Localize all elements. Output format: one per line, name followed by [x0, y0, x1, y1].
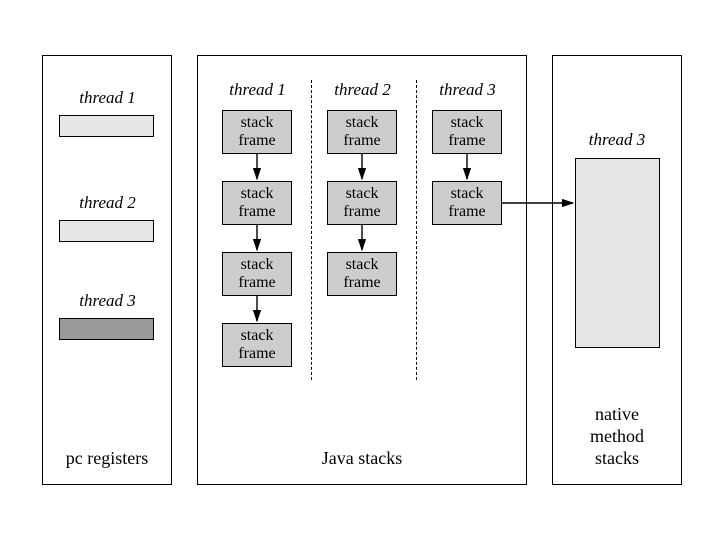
- stacks-col2-header: thread 2: [315, 80, 410, 100]
- stack-frame-t1-3: stack frame: [222, 252, 292, 296]
- native-stack-thread3: [575, 158, 660, 348]
- stack-frame-t2-2: stack frame: [327, 181, 397, 225]
- stack-frame-t1-1: stack frame: [222, 110, 292, 154]
- stacks-separator-1: [311, 80, 312, 380]
- native-stacks-caption: native method stacks: [552, 403, 682, 469]
- stacks-separator-2: [416, 80, 417, 380]
- java-stacks-caption: Java stacks: [197, 448, 527, 469]
- pc-thread3-label: thread 3: [55, 291, 160, 311]
- native-thread3-header: thread 3: [562, 130, 672, 150]
- stack-frame-t2-3: stack frame: [327, 252, 397, 296]
- pc-register-thread3: [59, 318, 154, 340]
- stack-frame-t1-4: stack frame: [222, 323, 292, 367]
- stack-frame-t1-2: stack frame: [222, 181, 292, 225]
- stack-frame-t3-1: stack frame: [432, 110, 502, 154]
- pc-register-thread1: [59, 115, 154, 137]
- pc-registers-caption: pc registers: [42, 448, 172, 469]
- stack-frame-t3-2: stack frame: [432, 181, 502, 225]
- pc-thread1-label: thread 1: [55, 88, 160, 108]
- stack-frame-t2-1: stack frame: [327, 110, 397, 154]
- stacks-col3-header: thread 3: [420, 80, 515, 100]
- diagram-canvas: thread 1 thread 2 thread 3 pc registers …: [0, 0, 720, 540]
- pc-thread2-label: thread 2: [55, 193, 160, 213]
- pc-register-thread2: [59, 220, 154, 242]
- stacks-col1-header: thread 1: [210, 80, 305, 100]
